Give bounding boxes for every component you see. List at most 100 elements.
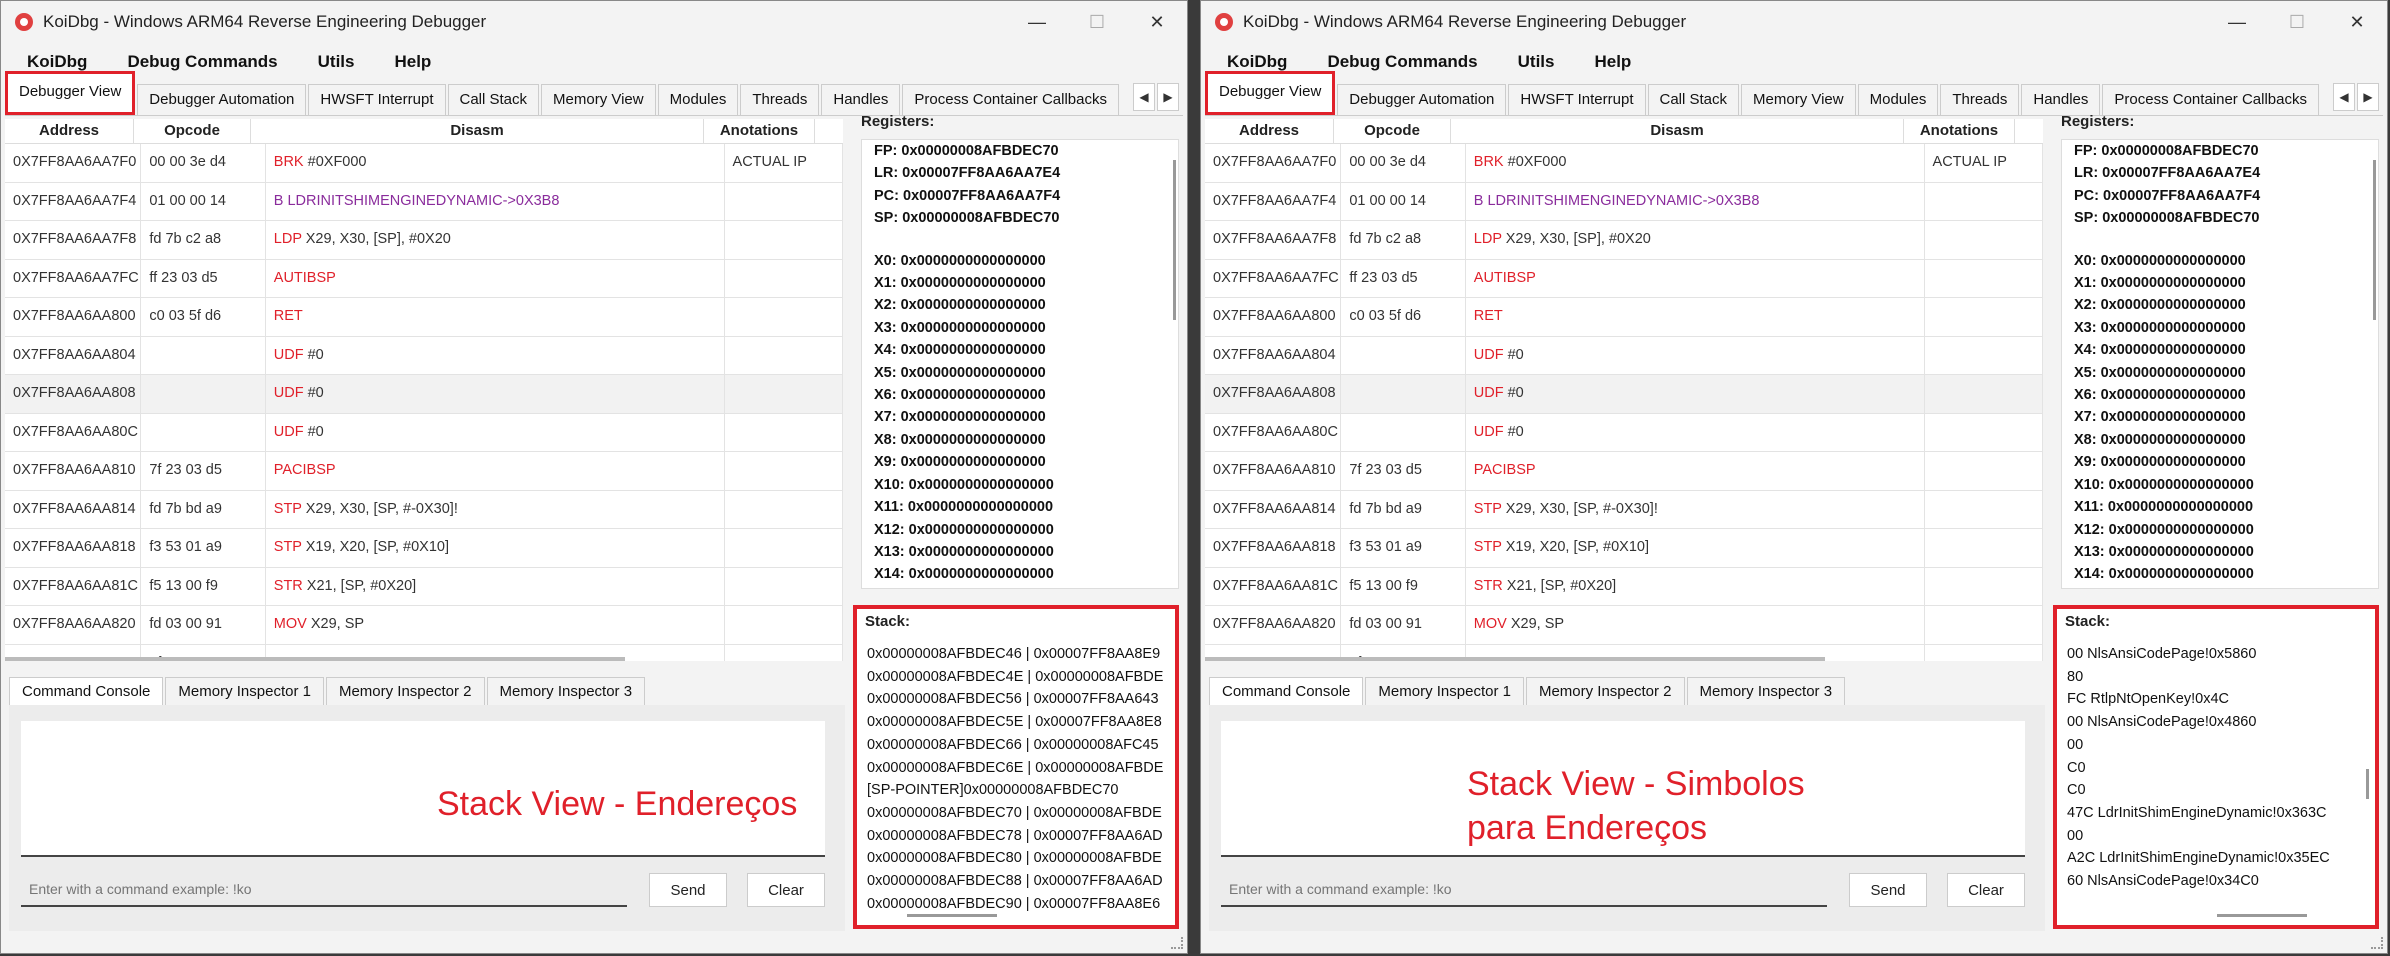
tab-debugger-automation[interactable]: Debugger Automation (1337, 84, 1507, 115)
stack-entry[interactable]: 00 NlsAnsiCodePage!0x4860 (2067, 711, 2371, 734)
subtab-memory-inspector-1[interactable]: Memory Inspector 1 (165, 677, 324, 706)
maximize-button[interactable]: ☐ (1067, 1, 1127, 43)
subtab-memory-inspector-1[interactable]: Memory Inspector 1 (1365, 677, 1524, 706)
menu-koidbg[interactable]: KoiDbg (1227, 52, 1287, 72)
stack-entry[interactable]: 0x00000008AFBDEC6E | 0x00000008AFBDE (867, 757, 1171, 780)
menu-debug-commands[interactable]: Debug Commands (127, 52, 277, 72)
menu-koidbg[interactable]: KoiDbg (27, 52, 87, 72)
stack-entry[interactable]: C0 (2067, 779, 2371, 802)
menu-utils[interactable]: Utils (318, 52, 355, 72)
header-anotations[interactable]: Anotations (1904, 119, 2015, 143)
tab-scroll-left-icon[interactable]: ◀ (2333, 83, 2355, 111)
stack-entry[interactable]: 0x00000008AFBDEC4E | 0x00000008AFBDE (867, 666, 1171, 689)
registers-vscrollbar[interactable] (2373, 160, 2376, 320)
table-row[interactable]: 0X7FF8AA6AA818 f3 53 01 a9 STP X19, X20, [… (1205, 529, 2043, 568)
table-row[interactable]: 0X7FF8AA6AA7F4 01 00 00 14 B LDRINITSHIMEN… (5, 182, 843, 221)
stack-hscrollbar[interactable] (2217, 914, 2307, 917)
close-button[interactable]: ✕ (2327, 1, 2387, 43)
stack-entry[interactable]: 80 (2067, 666, 2371, 689)
tab-process-container-callbacks[interactable]: Process Container Callbacks (902, 84, 1119, 115)
stack-entry[interactable]: 0x00000008AFBDEC66 | 0x00000008AFC45 (867, 734, 1171, 757)
minimize-button[interactable]: — (2207, 1, 2267, 43)
stack-entry[interactable]: A2C LdrInitShimEngineDynamic!0x35EC (2067, 847, 2371, 870)
tab-hwsft-interrupt[interactable]: HWSFT Interrupt (1508, 84, 1646, 115)
tab-handles[interactable]: Handles (2021, 84, 2101, 115)
table-row[interactable]: 0X7FF8AA6AA808 UDF #0 (1205, 375, 2043, 414)
header-opcode[interactable]: Opcode (1334, 119, 1451, 143)
table-row[interactable]: 0X7FF8AA6AA814 fd 7b bd a9 STP X29, X30, [… (1205, 490, 2043, 529)
resize-grip[interactable] (1171, 937, 1183, 949)
stack-entry[interactable]: C0 (2067, 757, 2371, 780)
tab-debugger-view[interactable]: Debugger View (1205, 71, 1336, 115)
table-row[interactable]: 0X7FF8AA6AA808 UDF #0 (5, 375, 843, 414)
stack-entry[interactable]: 0x00000008AFBDEC78 | 0x00007FF8AA6AD (867, 825, 1171, 848)
stack-entry[interactable]: 00 (2067, 825, 2371, 848)
table-row[interactable]: 0X7FF8AA6AA81C f5 13 00 f9 STR X21, [SP, #… (1205, 567, 2043, 606)
maximize-button[interactable]: ☐ (2267, 1, 2327, 43)
header-anotations[interactable]: Anotations (704, 119, 815, 143)
table-row[interactable]: 0X7FF8AA6AA7F4 01 00 00 14 B LDRINITSHIMEN… (1205, 182, 2043, 221)
stack-entry[interactable]: 0x00000008AFBDEC70 | 0x00000008AFBDE (867, 802, 1171, 825)
stack-entry[interactable]: 60 NlsAnsiCodePage!0x34C0 (2067, 870, 2371, 893)
table-row[interactable]: 0X7FF8AA6AA804 UDF #0 (5, 336, 843, 375)
stack-entry[interactable]: 0x00000008AFBDEC80 | 0x00000008AFBDE (867, 847, 1171, 870)
stack-entry[interactable]: 00 NlsAnsiCodePage!0x5860 (2067, 643, 2371, 666)
stack-entry[interactable]: 47C LdrInitShimEngineDynamic!0x363C (2067, 802, 2371, 825)
table-row[interactable]: 0X7FF8AA6AA7F0 00 00 3e d4 BRK #0XF000 ACTU… (1205, 144, 2043, 183)
tab-memory-view[interactable]: Memory View (541, 84, 656, 115)
tab-scroll-right-icon[interactable]: ▶ (2357, 83, 2379, 111)
close-button[interactable]: ✕ (1127, 1, 1187, 43)
menu-help[interactable]: Help (1594, 52, 1631, 72)
table-row[interactable]: 0X7FF8AA6AA7F0 00 00 3e d4 BRK #0XF000 ACTU… (5, 144, 843, 183)
table-row[interactable]: 0X7FF8AA6AA80C UDF #0 (5, 413, 843, 452)
tab-hwsft-interrupt[interactable]: HWSFT Interrupt (308, 84, 446, 115)
send-button[interactable]: Send (649, 873, 727, 907)
table-row[interactable]: 0X7FF8AA6AA810 7f 23 03 d5 PACIBSP (1205, 452, 2043, 491)
tab-scroll-right-icon[interactable]: ▶ (1157, 83, 1179, 111)
stack-entry[interactable]: 0x00000008AFBDEC88 | 0x00007FF8AA6AD (867, 870, 1171, 893)
command-input[interactable] (1221, 873, 1827, 907)
table-row[interactable]: 0X7FF8AA6AA810 7f 23 03 d5 PACIBSP (5, 452, 843, 491)
horizontal-scrollbar[interactable] (5, 657, 625, 661)
table-row[interactable]: 0X7FF8AA6AA818 f3 53 01 a9 STP X19, X20, [… (5, 529, 843, 568)
command-input[interactable] (21, 873, 627, 907)
stack-vscrollbar[interactable] (2366, 769, 2369, 799)
tab-threads[interactable]: Threads (1940, 84, 2020, 115)
table-row[interactable]: 0X7FF8AA6AA800 c0 03 5f d6 RET (5, 298, 843, 337)
tab-scroll-left-icon[interactable]: ◀ (1133, 83, 1155, 111)
table-row[interactable]: 0X7FF8AA6AA7F8 fd 7b c2 a8 LDP X29, X30, [… (5, 221, 843, 260)
table-row[interactable]: 0X7FF8AA6AA7F8 fd 7b c2 a8 LDP X29, X30, [… (1205, 221, 2043, 260)
subtab-memory-inspector-3[interactable]: Memory Inspector 3 (1686, 677, 1846, 706)
menu-help[interactable]: Help (394, 52, 431, 72)
send-button[interactable]: Send (1849, 873, 1927, 907)
header-disasm[interactable]: Disasm (1451, 119, 1904, 143)
clear-button[interactable]: Clear (1947, 873, 2025, 907)
menu-utils[interactable]: Utils (1518, 52, 1555, 72)
table-row[interactable]: 0X7FF8AA6AA820 fd 03 00 91 MOV X29, SP (1205, 606, 2043, 645)
subtab-memory-inspector-2[interactable]: Memory Inspector 2 (1525, 677, 1685, 706)
table-row[interactable]: 0X7FF8AA6AA80C UDF #0 (1205, 413, 2043, 452)
stack-entry[interactable]: 0x00000008AFBDEC46 | 0x00007FF8AA8E9 (867, 643, 1171, 666)
table-row[interactable]: 0X7FF8AA6AA814 fd 7b bd a9 STP X29, X30, [… (5, 490, 843, 529)
tab-debugger-view[interactable]: Debugger View (5, 71, 136, 115)
subtab-command-console[interactable]: Command Console (9, 677, 164, 706)
stack-entry[interactable]: FC RtlpNtOpenKey!0x4C (2067, 688, 2371, 711)
stack-hscrollbar[interactable] (907, 914, 997, 917)
table-row[interactable]: 0X7FF8AA6AA81C f5 13 00 f9 STR X21, [SP, #… (5, 567, 843, 606)
table-row[interactable]: 0X7FF8AA6AA800 c0 03 5f d6 RET (1205, 298, 2043, 337)
horizontal-scrollbar[interactable] (1205, 657, 1825, 661)
minimize-button[interactable]: — (1007, 1, 1067, 43)
tab-process-container-callbacks[interactable]: Process Container Callbacks (2102, 84, 2319, 115)
tab-debugger-automation[interactable]: Debugger Automation (137, 84, 307, 115)
tab-call-stack[interactable]: Call Stack (447, 84, 540, 115)
table-row[interactable]: 0X7FF8AA6AA820 fd 03 00 91 MOV X29, SP (5, 606, 843, 645)
table-row[interactable]: 0X7FF8AA6AA7FC ff 23 03 d5 AUTIBSP (1205, 259, 2043, 298)
tab-call-stack[interactable]: Call Stack (1647, 84, 1740, 115)
stack-entry[interactable]: 0x00000008AFBDEC5E | 0x00007FF8AA8E8 (867, 711, 1171, 734)
menu-debug-commands[interactable]: Debug Commands (1327, 52, 1477, 72)
header-disasm[interactable]: Disasm (251, 119, 704, 143)
tab-modules[interactable]: Modules (1857, 84, 1939, 115)
header-opcode[interactable]: Opcode (134, 119, 251, 143)
subtab-command-console[interactable]: Command Console (1209, 677, 1364, 706)
table-row[interactable]: 0X7FF8AA6AA804 UDF #0 (1205, 336, 2043, 375)
